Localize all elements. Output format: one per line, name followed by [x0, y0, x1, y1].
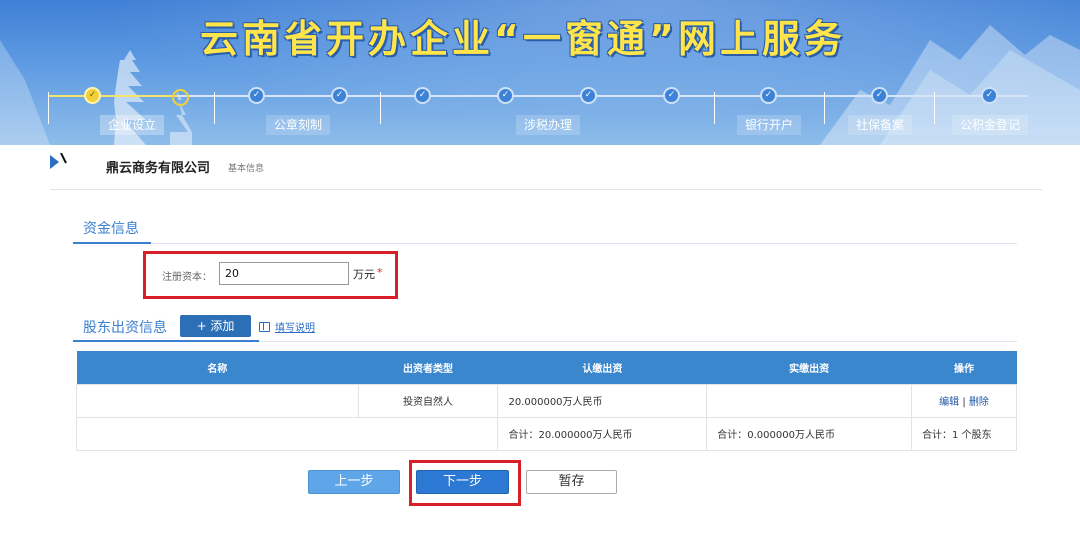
- step-check-icon: ✓: [414, 87, 431, 104]
- total-paid: 合计：0.000000万人民币: [706, 416, 913, 451]
- previous-step-button[interactable]: 上一步: [308, 470, 400, 494]
- fill-instructions-link[interactable]: 填写说明: [259, 319, 315, 334]
- divider: [50, 189, 1042, 190]
- shareholder-section-title: 股东出资信息: [83, 320, 167, 336]
- stage-seal-engraving[interactable]: 公章刻制: [266, 115, 331, 135]
- highlight-box: [409, 460, 521, 506]
- table-row: 投资自然人 20.000000万人民币 编辑 | 删除: [76, 383, 1017, 418]
- cell-investor-type: 投资自然人: [357, 383, 499, 418]
- step-check-icon: ✓: [84, 87, 101, 104]
- progress-rail-complete: [48, 95, 178, 97]
- cell-subscribed: 20.000000万人民币: [497, 383, 708, 418]
- header-banner: 云南省开办企业“一窗通”网上服务 ✓ ✓ ✓ ✓ ✓ ✓ ✓ ✓ ✓ ✓ 企业设…: [0, 0, 1080, 145]
- section-tab-underline: [73, 340, 259, 342]
- table-header-row: 名称 出资者类型 认缴出资 实缴出资 操作: [76, 351, 1017, 384]
- total-count: 合计：1 个股东: [911, 416, 1017, 451]
- highlight-box: [143, 251, 398, 299]
- total-subscribed: 合计：20.000000万人民币: [497, 416, 708, 451]
- cell-name: [76, 383, 359, 418]
- add-shareholder-button[interactable]: + 添加: [180, 315, 251, 337]
- column-header-paid: 实缴出资: [706, 351, 912, 384]
- step-check-icon: ✓: [663, 87, 680, 104]
- column-header-name: 名称: [76, 351, 359, 384]
- banner-title: 云南省开办企业“一窗通”网上服务: [200, 17, 846, 61]
- step-check-icon: ✓: [760, 87, 777, 104]
- stage-divider: [380, 92, 381, 124]
- stage-bank-account[interactable]: 银行开户: [737, 115, 802, 135]
- save-draft-button[interactable]: 暂存: [526, 470, 617, 494]
- company-subtitle: 基本信息: [228, 164, 265, 174]
- cell-actions: 编辑 | 删除: [911, 383, 1017, 418]
- cell-paid: [706, 383, 913, 418]
- section-tab-underline: [73, 242, 151, 244]
- stage-divider: [214, 92, 215, 124]
- stage-social-security[interactable]: 社保备案: [848, 115, 913, 135]
- action-separator: |: [962, 397, 966, 408]
- section-divider: [73, 243, 1017, 244]
- column-header-investor-type: 出资者类型: [358, 351, 498, 384]
- stage-housing-fund[interactable]: 公积金登记: [952, 115, 1029, 135]
- step-check-icon: ✓: [871, 87, 888, 104]
- stage-tax[interactable]: 涉税办理: [516, 115, 581, 135]
- table-totals-row: 合计：20.000000万人民币 合计：0.000000万人民币 合计：1 个股…: [75, 416, 1017, 451]
- current-step-icon: [172, 89, 189, 106]
- stage-divider: [934, 92, 935, 124]
- stage-company-setup[interactable]: 企业设立: [100, 115, 165, 135]
- shareholder-table: 名称 出资者类型 认缴出资 实缴出资 操作 投资自然人 20.000000万人民…: [75, 351, 1017, 451]
- totals-empty-cell: [75, 416, 499, 451]
- column-header-subscribed: 认缴出资: [497, 351, 707, 384]
- company-name: 鼎云商务有限公司: [106, 161, 211, 176]
- step-check-icon: ✓: [981, 87, 998, 104]
- delete-link[interactable]: 删除: [969, 397, 989, 408]
- step-check-icon: ✓: [580, 87, 597, 104]
- edit-link[interactable]: 编辑: [939, 397, 959, 408]
- step-check-icon: ✓: [331, 87, 348, 104]
- book-icon: [259, 322, 270, 332]
- logo-icon: [50, 153, 67, 169]
- step-check-icon: ✓: [497, 87, 514, 104]
- stage-divider: [824, 92, 825, 124]
- stage-divider: [714, 92, 715, 124]
- capital-section-title: 资金信息: [83, 221, 139, 237]
- fill-instructions-label: 填写说明: [275, 323, 315, 334]
- step-check-icon: ✓: [248, 87, 265, 104]
- column-header-actions: 操作: [911, 351, 1017, 384]
- stage-divider: [48, 92, 49, 124]
